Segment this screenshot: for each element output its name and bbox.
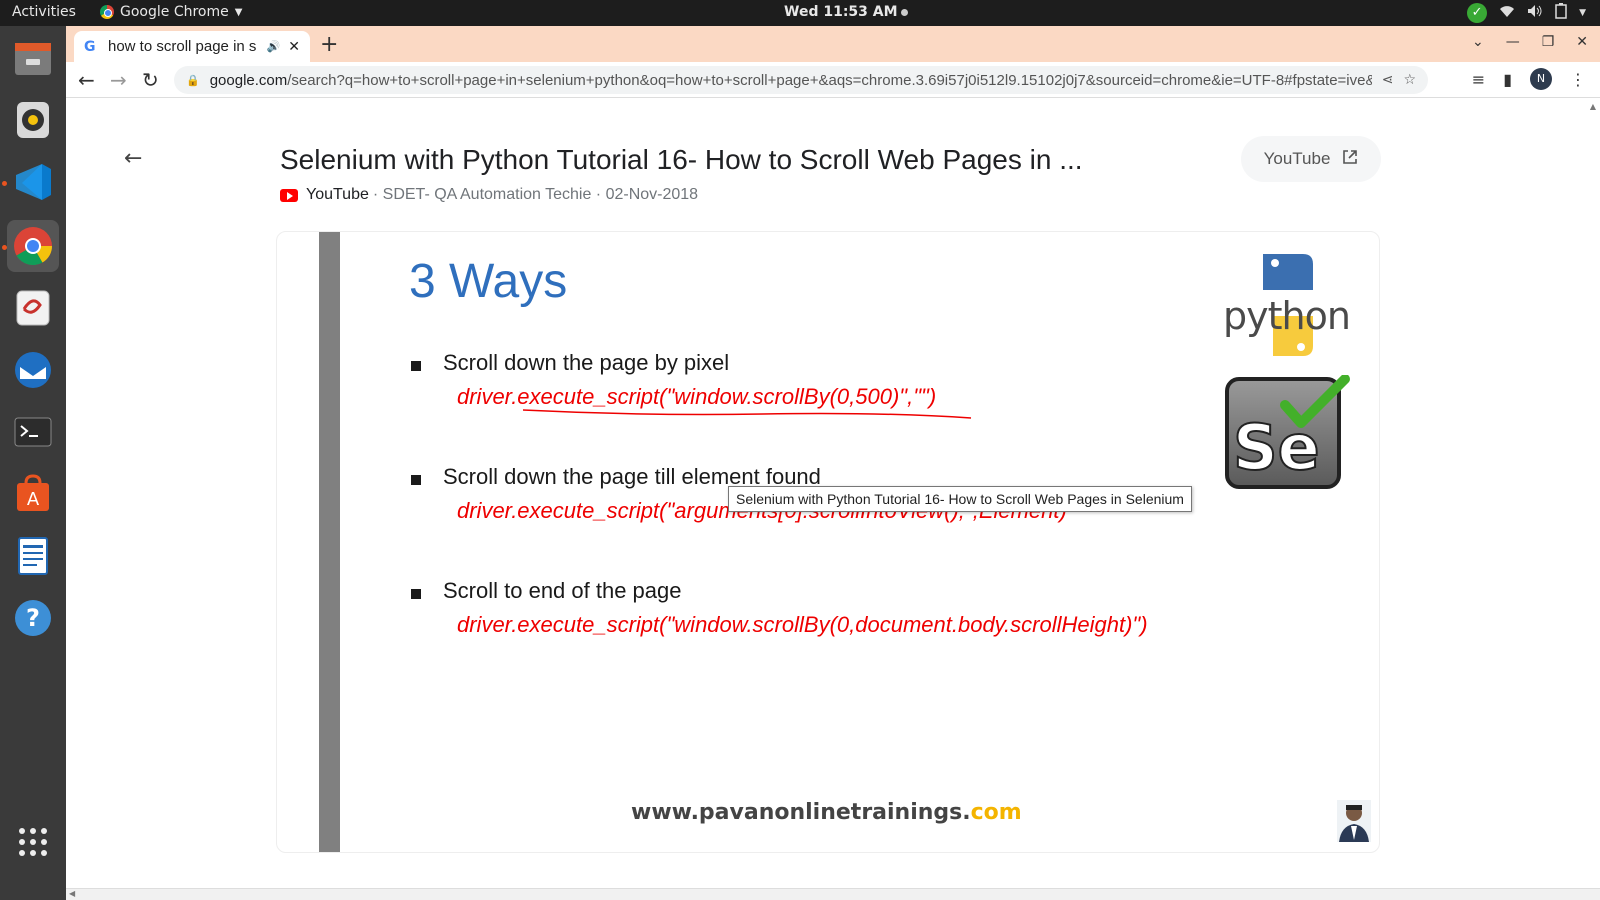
battery-icon[interactable] [1555, 3, 1567, 23]
url-host: google.com [209, 71, 288, 89]
website-watermark: www.pavanonlinetrainings.com [631, 800, 1022, 825]
back-arrow-icon[interactable]: ← [124, 146, 142, 171]
text-editor-icon[interactable] [7, 282, 59, 334]
browser-toolbar: ← → ↻ 🔒 google.com/search?q=how+to+scrol… [66, 62, 1600, 98]
new-tab-button[interactable]: + [320, 32, 338, 57]
files-icon[interactable] [7, 32, 59, 84]
red-underline-mark [523, 409, 972, 419]
tab-strip: G how to scroll page in s 🔊 ✕ + ⌄ — ❐ ✕ [66, 26, 1600, 62]
youtube-logo-icon [280, 188, 298, 202]
result-meta-details: · SDET- QA Automation Techie · 02-Nov-20… [372, 186, 699, 203]
presenter-avatar [1337, 800, 1371, 842]
chevron-down-icon[interactable]: ▼ [1579, 8, 1586, 18]
slide-heading: 3 Ways [409, 255, 568, 308]
forward-icon[interactable]: → [110, 68, 127, 92]
back-icon[interactable]: ← [78, 68, 95, 92]
video-title-tooltip: Selenium with Python Tutorial 16- How to… [728, 486, 1192, 512]
chrome-icon [100, 5, 114, 19]
volume-icon[interactable] [1527, 4, 1543, 22]
url-path: /search?q=how+to+scroll+page+in+selenium… [287, 71, 1372, 89]
bullet-marker [411, 589, 421, 599]
code-line: driver.execute_script("window.scrollBy(0… [457, 612, 1148, 637]
media-controls-icon[interactable]: ≡ [1472, 70, 1485, 89]
profile-avatar[interactable]: N [1530, 68, 1552, 90]
python-wordmark: python [1223, 294, 1351, 338]
browser-tab[interactable]: G how to scroll page in s 🔊 ✕ [74, 31, 310, 62]
horizontal-scrollbar[interactable]: ◀ [66, 888, 1600, 900]
bullet-text: Scroll to end of the page [443, 578, 682, 603]
activities-button[interactable]: Activities [12, 4, 76, 20]
svg-text:A: A [27, 489, 40, 510]
thunderbird-icon[interactable] [7, 344, 59, 396]
update-check-icon[interactable]: ✓ [1467, 3, 1488, 23]
system-tray[interactable]: ✓ ▼ [1467, 3, 1586, 23]
dock: A ? [0, 26, 66, 900]
website-tld: com [970, 800, 1022, 825]
website-main: www.pavanonlinetrainings. [631, 800, 971, 825]
open-youtube-label: YouTube [1263, 149, 1331, 168]
terminal-icon[interactable] [7, 406, 59, 458]
software-center-icon[interactable]: A [7, 468, 59, 520]
app-menu[interactable]: Google Chrome ▼ [100, 4, 242, 20]
result-title[interactable]: Selenium with Python Tutorial 16- How to… [280, 144, 1083, 176]
window-controls: ⌄ — ❐ ✕ [1472, 34, 1588, 50]
side-panel-icon[interactable]: ▮ [1503, 70, 1512, 89]
bullet-marker [411, 475, 421, 485]
clock-label: Wed 11:53 AM [784, 4, 898, 20]
restore-icon[interactable]: ❐ [1542, 34, 1555, 50]
url-text[interactable]: google.com/search?q=how+to+scroll+page+i… [210, 72, 1372, 89]
result-meta: YouTube · SDET- QA Automation Techie · 0… [280, 186, 698, 204]
svg-text:?: ? [26, 604, 40, 632]
code-line: driver.execute_script("window.scrollBy(0… [457, 384, 937, 409]
show-apps-icon[interactable] [7, 816, 59, 868]
scroll-left-arrow-icon[interactable]: ◀ [69, 889, 75, 898]
address-bar[interactable]: 🔒 google.com/search?q=how+to+scroll+page… [174, 66, 1428, 94]
system-top-bar: Activities Google Chrome ▼ Wed 11:53 AM … [0, 0, 1600, 26]
speaker-icon[interactable]: 🔊 [267, 40, 281, 53]
menu-kebab-icon[interactable]: ⋮ [1570, 70, 1586, 89]
open-youtube-button[interactable]: YouTube [1241, 136, 1381, 182]
lock-icon[interactable]: 🔒 [186, 74, 200, 87]
bullet-marker [411, 361, 421, 371]
result-source: YouTube [306, 186, 369, 203]
chevron-down-icon: ▼ [234, 6, 243, 18]
network-icon[interactable] [1499, 4, 1515, 22]
google-favicon-icon: G [84, 38, 96, 55]
selenium-logo: Se [1223, 374, 1351, 491]
close-tab-icon[interactable]: ✕ [288, 39, 300, 55]
external-link-icon [1342, 149, 1358, 170]
close-window-icon[interactable]: ✕ [1576, 34, 1588, 50]
tab-title: how to scroll page in s [108, 38, 257, 55]
share-icon[interactable]: ⋖ [1382, 72, 1394, 88]
rhythmbox-icon[interactable] [7, 94, 59, 146]
help-icon[interactable]: ? [7, 592, 59, 644]
slide-sidebar-bar [319, 232, 340, 852]
notification-dot [900, 9, 908, 16]
app-menu-label: Google Chrome [120, 4, 229, 20]
chrome-icon[interactable] [7, 220, 59, 272]
vscode-icon[interactable] [7, 156, 59, 208]
writer-icon[interactable] [7, 530, 59, 582]
scroll-up-arrow-icon[interactable]: ▲ [1590, 102, 1596, 111]
bullet-text: Scroll down the page by pixel [443, 350, 730, 375]
bookmark-star-icon[interactable]: ☆ [1403, 72, 1416, 88]
minimize-icon[interactable]: — [1506, 34, 1520, 50]
toolbar-actions: ≡ ▮ N ⋮ [1472, 68, 1586, 90]
video-player[interactable]: 3 Ways Scroll down the page by pixel dri… [276, 231, 1380, 853]
clock[interactable]: Wed 11:53 AM [784, 4, 908, 20]
tab-search-icon[interactable]: ⌄ [1472, 34, 1484, 50]
python-logo: python [1223, 250, 1353, 360]
reload-icon[interactable]: ↻ [142, 68, 159, 92]
